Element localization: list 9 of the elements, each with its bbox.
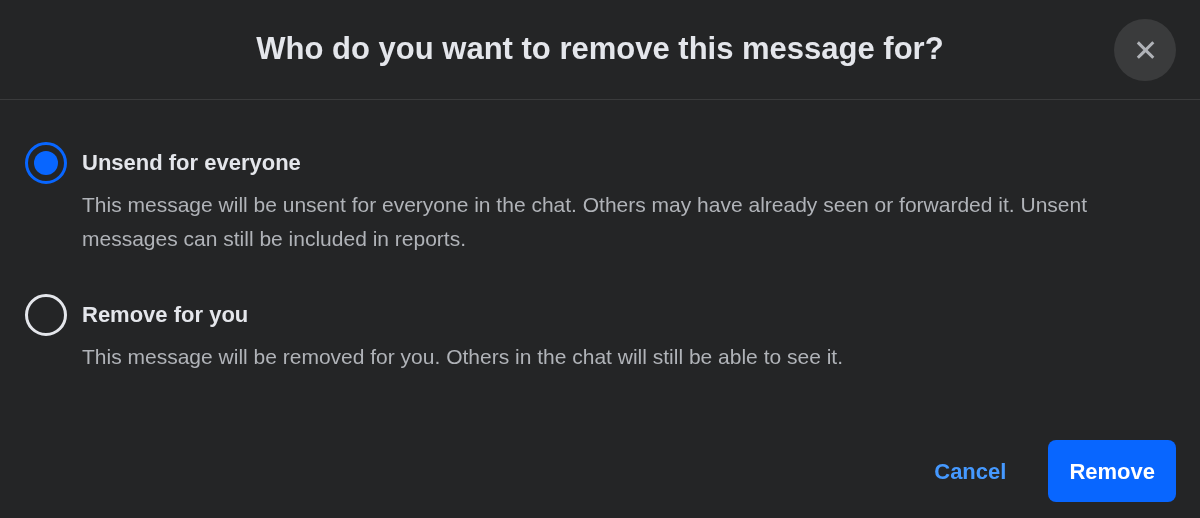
option-label: Unsend for everyone [82, 149, 302, 177]
radio-button[interactable] [25, 142, 67, 184]
cancel-button[interactable]: Cancel [916, 440, 1025, 502]
close-button[interactable]: ✕ [1114, 19, 1176, 81]
option-label: Remove for you [82, 301, 250, 329]
dialog-title: Who do you want to remove this message for? [256, 30, 944, 69]
option-description: This message will be removed for you. Others in the chat will still be able to see it. [82, 344, 843, 370]
option-description: This message will be unsent for everyone in the chat. Others may have already seen or forwarded it. Unsent messages can still be included in reports. [82, 192, 1088, 252]
remove-button[interactable]: Remove [1048, 440, 1176, 502]
